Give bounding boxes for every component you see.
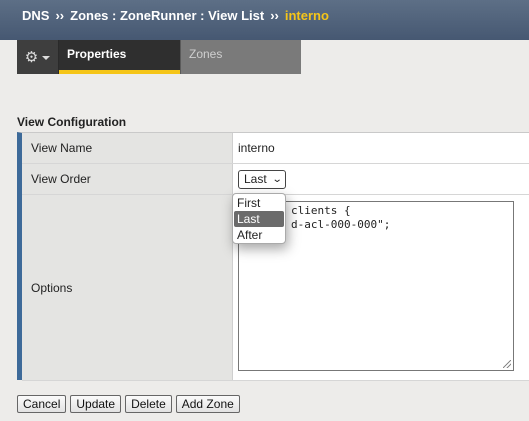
- resize-handle[interactable]: [503, 360, 511, 368]
- options-text-line2: d-acl-000-000";: [291, 218, 391, 231]
- breadcrumb-dns[interactable]: DNS: [22, 8, 49, 23]
- tab-zones[interactable]: Zones: [180, 40, 301, 74]
- section-title: View Configuration: [17, 115, 127, 129]
- tab-properties[interactable]: Properties: [59, 40, 180, 74]
- option-after[interactable]: After: [234, 227, 284, 243]
- option-last[interactable]: Last: [234, 211, 284, 227]
- breadcrumb-view-list[interactable]: Zones : ZoneRunner : View List: [70, 8, 264, 23]
- add-zone-button[interactable]: Add Zone: [175, 395, 240, 413]
- gear-menu-button[interactable]: ⚙: [17, 40, 59, 74]
- button-row: Cancel Update Delete Add Zone: [17, 395, 240, 413]
- chevron-down-icon: ⌄: [271, 173, 283, 185]
- delete-button[interactable]: Delete: [125, 395, 172, 413]
- chevron-down-icon: [42, 56, 51, 60]
- tab-bar: ⚙ Properties Zones: [17, 40, 301, 74]
- view-order-dropdown: First Last After: [232, 193, 286, 244]
- update-button[interactable]: Update: [70, 395, 122, 413]
- options-text-line1: clients {: [291, 204, 351, 217]
- view-order-select[interactable]: Last ⌄: [238, 169, 287, 189]
- breadcrumb-current: interno: [284, 8, 329, 23]
- cancel-button[interactable]: Cancel: [17, 395, 67, 413]
- row-view-name: View Name interno: [22, 133, 529, 164]
- view-name-label: View Name: [22, 133, 233, 163]
- options-label: Options: [22, 195, 233, 380]
- view-order-cell: Last ⌄: [233, 164, 529, 194]
- breadcrumb-separator: ››: [55, 8, 65, 23]
- row-view-order: View Order Last ⌄: [22, 164, 529, 195]
- breadcrumb-separator: ››: [270, 8, 279, 23]
- view-order-selected: Last: [244, 172, 267, 186]
- breadcrumb: DNS ›› Zones : ZoneRunner : View List ››…: [0, 0, 529, 40]
- view-configuration-table: View Name interno View Order Last ⌄ Opti…: [17, 132, 529, 381]
- option-first[interactable]: First: [234, 195, 284, 211]
- view-order-label: View Order: [22, 164, 233, 194]
- view-name-value: interno: [233, 133, 529, 163]
- gear-icon: ⚙: [24, 48, 39, 66]
